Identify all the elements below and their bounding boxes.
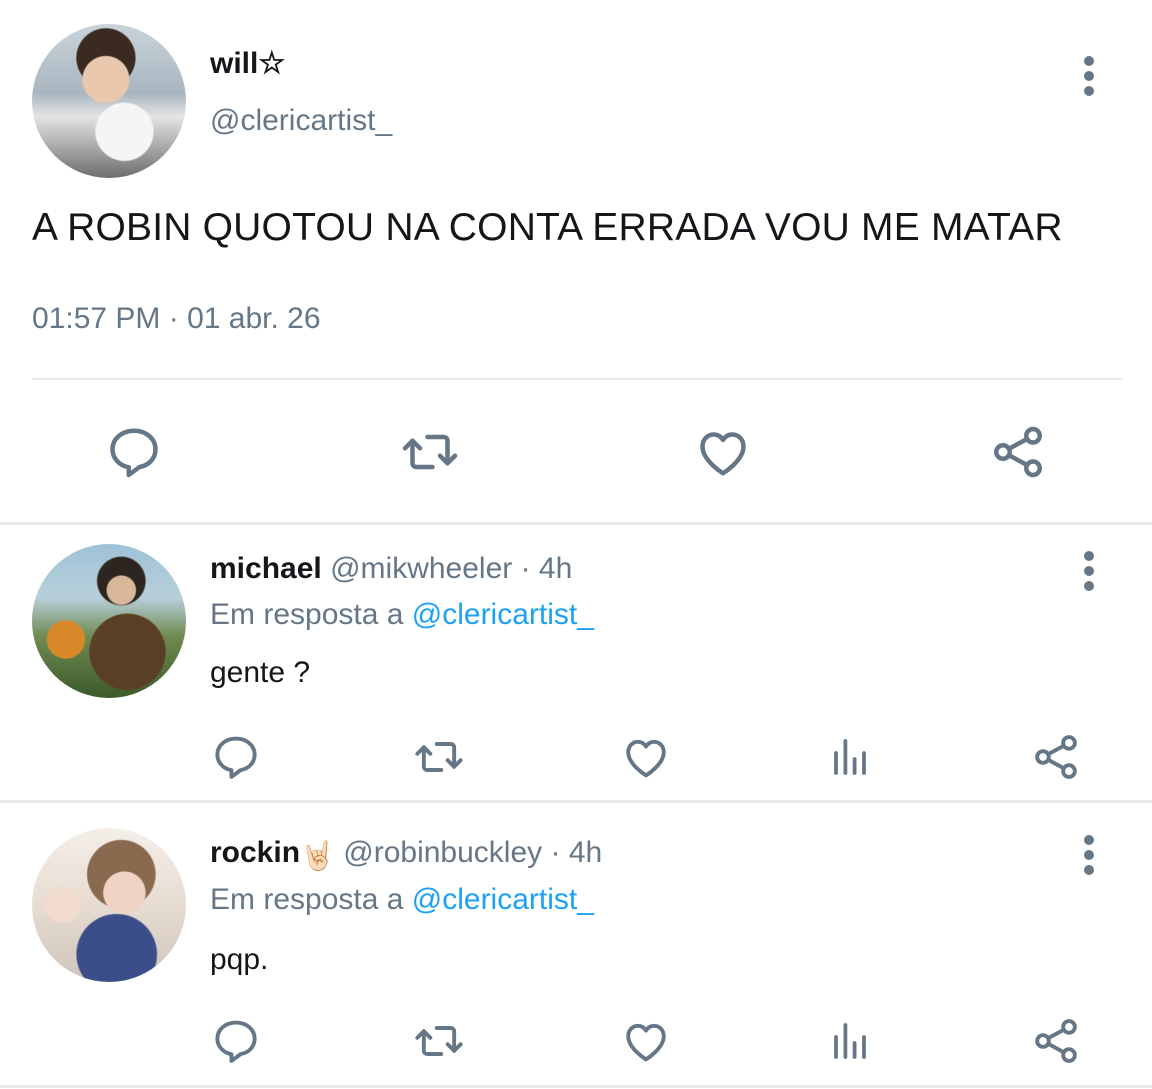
more-options-icon[interactable] xyxy=(1083,835,1095,877)
avatar[interactable] xyxy=(32,544,186,698)
retweet-icon[interactable] xyxy=(410,1015,468,1067)
analytics-icon[interactable] xyxy=(826,1015,874,1067)
tweet-text: gente ? xyxy=(210,656,311,689)
reply-prefix: Em resposta a xyxy=(210,883,412,916)
mention-link[interactable]: @clericartist_ xyxy=(412,883,594,916)
share-icon[interactable] xyxy=(1030,1015,1082,1067)
avatar[interactable] xyxy=(32,828,186,982)
divider xyxy=(0,1085,1152,1088)
reply-icon[interactable] xyxy=(210,731,262,783)
reply-tweet[interactable]: rockin🤘🏻 @robinbuckley · 4h Em resposta … xyxy=(0,803,1152,1085)
mention-link[interactable]: @clericartist_ xyxy=(412,598,594,631)
timestamp: 4h xyxy=(568,836,603,869)
author-handle[interactable]: @clericartist_ xyxy=(210,104,392,138)
timestamp: 4h xyxy=(538,552,573,585)
share-icon[interactable] xyxy=(1030,731,1082,783)
reply-prefix: Em resposta a xyxy=(210,598,412,631)
reply-header: michael @mikwheeler · 4h xyxy=(210,552,572,586)
more-options-icon[interactable] xyxy=(1083,551,1095,593)
like-icon[interactable] xyxy=(620,731,672,783)
author-handle[interactable]: @robinbuckley xyxy=(343,836,542,869)
share-icon[interactable] xyxy=(988,422,1048,482)
reply-context: Em resposta a @clericartist_ xyxy=(210,598,594,632)
author-handle[interactable]: @mikwheeler xyxy=(330,552,512,585)
main-tweet: will☆ @clericartist_ A ROBIN QUOTOU NA C… xyxy=(0,0,1152,522)
separator: · xyxy=(512,552,539,585)
tweet-text: A ROBIN QUOTOU NA CONTA ERRADA VOU ME MA… xyxy=(32,206,1063,249)
avatar[interactable] xyxy=(32,24,186,178)
reply-header: rockin🤘🏻 @robinbuckley · 4h xyxy=(210,836,602,872)
meta-separator: · xyxy=(160,302,188,335)
tweet-timestamp: 01:57 PM · 01 abr. 26 xyxy=(32,302,321,336)
reply-tweet[interactable]: michael @mikwheeler · 4h Em resposta a @… xyxy=(0,525,1152,800)
reply-context: Em resposta a @clericartist_ xyxy=(210,883,594,917)
more-options-icon[interactable] xyxy=(1083,56,1095,98)
author-name[interactable]: rockin xyxy=(210,836,300,869)
author-name[interactable]: will☆ xyxy=(210,46,285,81)
reply-icon[interactable] xyxy=(210,1015,262,1067)
retweet-icon[interactable] xyxy=(410,731,468,783)
retweet-icon[interactable] xyxy=(396,422,464,482)
author-name[interactable]: michael xyxy=(210,552,322,585)
reply-icon[interactable] xyxy=(104,422,164,482)
tweet-text: pqp. xyxy=(210,943,269,976)
tweet-date: 01 abr. 26 xyxy=(187,302,321,335)
analytics-icon[interactable] xyxy=(826,731,874,783)
separator: · xyxy=(542,836,569,869)
tweet-time: 01:57 PM xyxy=(32,302,161,335)
divider xyxy=(32,378,1122,380)
rock-hand-emoji: 🤘🏻 xyxy=(300,840,335,871)
like-icon[interactable] xyxy=(620,1015,672,1067)
like-icon[interactable] xyxy=(693,422,753,482)
